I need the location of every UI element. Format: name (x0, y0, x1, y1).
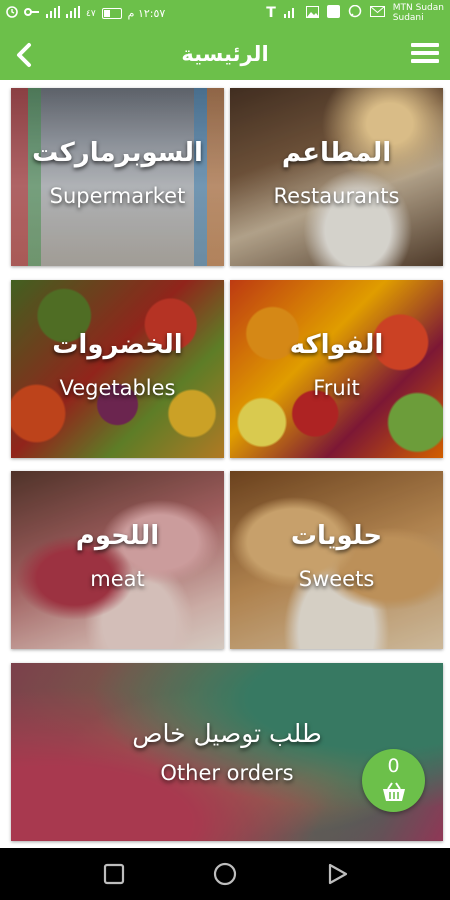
category-supermarket[interactable]: السوبرماركت Supermarket (11, 88, 224, 266)
triangle-back-icon (328, 863, 348, 885)
status-right: T MTN Sudan Sudani (266, 3, 444, 23)
special-order-label-ar: طلب توصيل خاص (132, 719, 322, 748)
category-restaurants[interactable]: المطاعم Restaurants (230, 88, 443, 266)
category-label-en: Vegetables (59, 376, 176, 400)
category-label-ar: السوبرماركت (32, 138, 203, 168)
carrier-line-2: Sudani (392, 13, 424, 23)
page-title: الرئيسية (181, 42, 269, 66)
circle-icon (213, 862, 237, 886)
home-button[interactable] (213, 862, 237, 886)
category-vegetables[interactable]: الخضروات Vegetables (11, 280, 224, 458)
category-fruit[interactable]: الفواكه Fruit (230, 280, 443, 458)
cart-count: 0 (387, 755, 400, 777)
category-label-ar: المطاعم (281, 138, 392, 168)
category-meat[interactable]: اللحوم meat (11, 471, 224, 649)
signal-icon-2 (46, 6, 60, 21)
alarm-icon (6, 6, 18, 21)
carrier-line-1: MTN Sudan (392, 3, 444, 13)
battery-icon (101, 8, 122, 19)
key-icon (24, 7, 40, 20)
app-bar: الرئيسية (0, 30, 450, 80)
category-label-ar: اللحوم (75, 521, 160, 551)
category-label-ar: الفواكه (289, 330, 384, 360)
hamburger-icon (411, 43, 439, 47)
category-label-en: Fruit (313, 376, 360, 400)
clock: ١٢:٥٧ م (127, 7, 166, 20)
t-icon: T (266, 5, 276, 21)
category-label-en: Restaurants (273, 184, 400, 208)
signal-icon (66, 6, 80, 21)
recent-apps-button[interactable] (102, 862, 126, 886)
wifi-signal-icon (283, 6, 298, 21)
chat-icon (348, 4, 362, 21)
status-bar: ١٢:٥٧ م ٤٧ T MTN Sudan Sudani (0, 0, 450, 30)
category-label-ar: الخضروات (52, 330, 183, 360)
status-left: ١٢:٥٧ م ٤٧ (6, 6, 165, 21)
carrier-name: MTN Sudan Sudani (393, 3, 444, 23)
square-icon (103, 863, 125, 885)
category-sweets[interactable]: حلويات Sweets (230, 471, 443, 649)
notification-icon (326, 5, 340, 21)
mail-icon (369, 6, 385, 20)
category-label-en: meat (90, 567, 145, 591)
image-icon (305, 5, 319, 21)
cart-button[interactable]: 0 (362, 749, 425, 812)
back-nav-button[interactable] (325, 862, 349, 886)
system-nav-bar (0, 848, 450, 900)
menu-button[interactable] (408, 39, 442, 71)
basket-icon (383, 782, 405, 801)
category-label-en: Sweets (298, 567, 375, 591)
category-label-ar: حلويات (290, 521, 383, 551)
network-speed: ٤٧ (86, 8, 96, 19)
category-label-en: Supermarket (49, 184, 186, 208)
